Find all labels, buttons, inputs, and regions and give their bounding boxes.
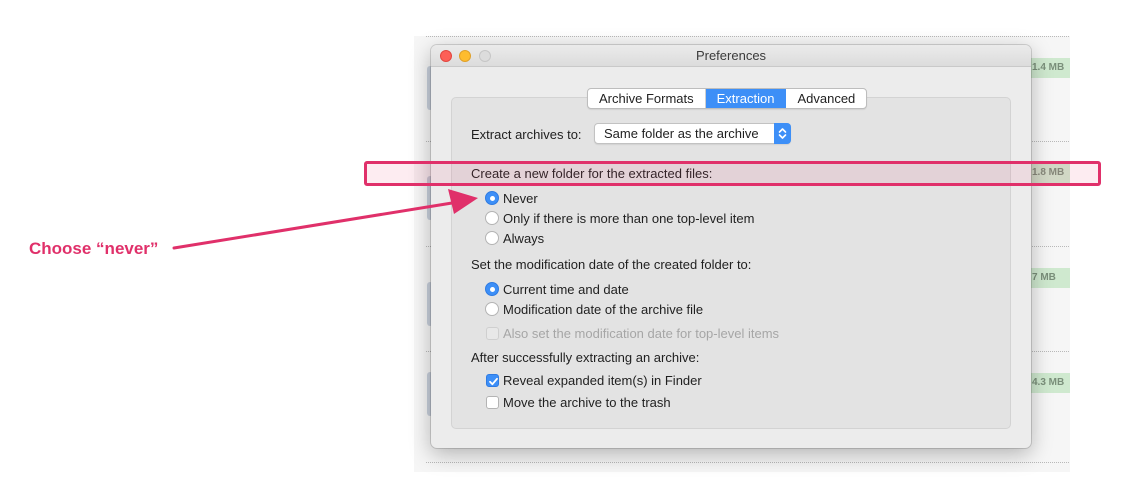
- annotation-arrow: [172, 189, 478, 250]
